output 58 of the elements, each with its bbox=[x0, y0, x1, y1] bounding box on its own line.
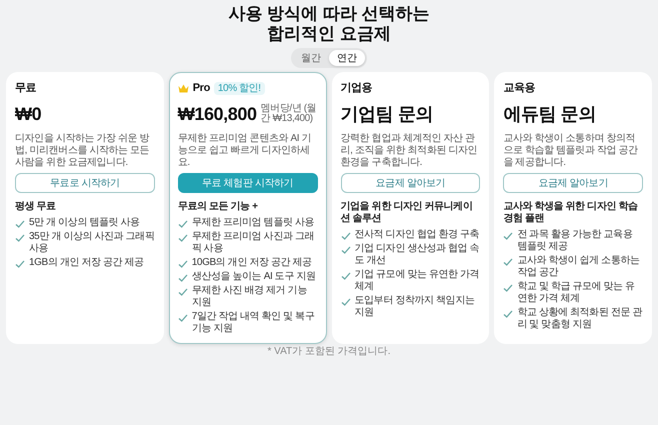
features-heading: 기업을 위한 디자인 커뮤니케이션 솔루션 bbox=[340, 201, 474, 225]
price-note: 멤버당/년 (월간 ₩13,400) bbox=[260, 104, 318, 124]
features-heading: 무료의 모든 기능 + bbox=[178, 201, 259, 213]
feature-text: 무제한 사진 배경 제거 기능 지원 bbox=[192, 285, 308, 309]
feature-text: 학교 및 학급 규모에 맞는 유연한 가격 체계 bbox=[517, 281, 636, 305]
plan-button[interactable]: 무료 체험판 시작하기 bbox=[178, 173, 318, 193]
plan-description: 디자인을 시작하는 가장 쉬운 방법, 미리캔버스를 시작하는 모든 사람을 위한 요금제입니다. bbox=[15, 133, 150, 169]
feature-text: 학교 상황에 최적화된 전문 관리 및 맞춤형 지원 bbox=[517, 307, 643, 331]
check-icon bbox=[178, 260, 188, 268]
check-icon bbox=[15, 260, 25, 268]
plan-price: ₩160,800 bbox=[178, 103, 257, 125]
plan-button[interactable]: 요금제 알아보기 bbox=[340, 173, 480, 193]
plan-name: 교육용 bbox=[503, 80, 536, 96]
check-icon bbox=[340, 298, 350, 306]
feature-text: 전사적 디자인 협업 환경 구축 bbox=[354, 229, 480, 241]
feature-text: 교사와 학생이 쉽게 소통하는 작업 공간 bbox=[517, 255, 641, 279]
plan-name: 기업용 bbox=[340, 80, 372, 96]
features-heading: 평생 무료 bbox=[15, 201, 57, 213]
plan-description: 강력한 협업과 체계적인 자산 관리, 조직을 위한 최적화된 디자인 환경을 구축합니다. bbox=[340, 133, 478, 169]
plan-price: 에듀팀 문의 bbox=[503, 103, 596, 125]
check-icon bbox=[178, 274, 188, 282]
billing-tab[interactable]: 연간 bbox=[329, 50, 365, 66]
plan-name: 무료 bbox=[15, 80, 36, 96]
plan-description: 무제한 프리미엄 콘텐츠와 AI 기능으로 쉽고 빠르게 디자인하세요. bbox=[178, 133, 312, 169]
check-icon bbox=[178, 220, 188, 228]
plan-price: ₩0 bbox=[15, 103, 42, 125]
plan-price: 기업팀 문의 bbox=[340, 103, 434, 125]
check-icon bbox=[503, 284, 514, 292]
footnote: * VAT가 포함된 가격입니다. bbox=[268, 346, 390, 358]
feature-text: 무제한 프리미엄 템플릿 사용 bbox=[192, 217, 314, 229]
plan-name: Pro bbox=[192, 80, 210, 96]
check-icon bbox=[503, 232, 514, 240]
feature-text: 10GB의 개인 저장 공간 제공 bbox=[192, 257, 312, 269]
check-icon bbox=[503, 310, 514, 318]
feature-text: 기업 디자인 생산성과 협업 속도 개선 bbox=[354, 243, 480, 267]
feature-text: 7일간 작업 내역 확인 및 복구 기능 지원 bbox=[192, 311, 316, 335]
feature-text: 무제한 프리미엄 사진과 그래픽 사용 bbox=[192, 231, 316, 255]
check-icon bbox=[178, 234, 188, 242]
check-icon bbox=[178, 288, 188, 296]
headline: 합리적인 요금제 bbox=[267, 24, 391, 44]
feature-text: 35만 개 이상의 사진과 그래픽 사용 bbox=[29, 231, 155, 255]
plan-button[interactable]: 무료로 시작하기 bbox=[15, 173, 155, 193]
feature-text: 도입부터 정착까지 책임지는 지원 bbox=[354, 295, 476, 319]
feature-text: 생산성을 높이는 AI 도구 지원 bbox=[192, 271, 316, 283]
plan-button[interactable]: 요금제 알아보기 bbox=[503, 173, 643, 193]
feature-text: 기업 규모에 맞는 유연한 가격 체계 bbox=[354, 269, 480, 293]
discount-badge: 10% 할인! bbox=[214, 82, 265, 94]
feature-text: 5만 개 이상의 템플릿 사용 bbox=[29, 217, 140, 229]
check-icon bbox=[178, 314, 188, 322]
check-icon bbox=[503, 258, 514, 266]
feature-text: 전 과목 활용 가능한 교육용 템플릿 제공 bbox=[517, 229, 634, 253]
headline: 사용 방식에 따라 선택하는 bbox=[228, 4, 430, 24]
crown-icon bbox=[178, 84, 189, 92]
billing-tab[interactable]: 월간 bbox=[293, 50, 329, 66]
plan-description: 교사와 학생이 소통하며 창의적으로 학습할 템플릿과 작업 공간을 제공합니다. bbox=[503, 133, 639, 169]
feature-text: 1GB의 개인 저장 공간 제공 bbox=[29, 257, 144, 269]
features-heading: 교사와 학생을 위한 디자인 학습 경험 플랜 bbox=[503, 201, 639, 225]
check-icon bbox=[340, 272, 350, 280]
